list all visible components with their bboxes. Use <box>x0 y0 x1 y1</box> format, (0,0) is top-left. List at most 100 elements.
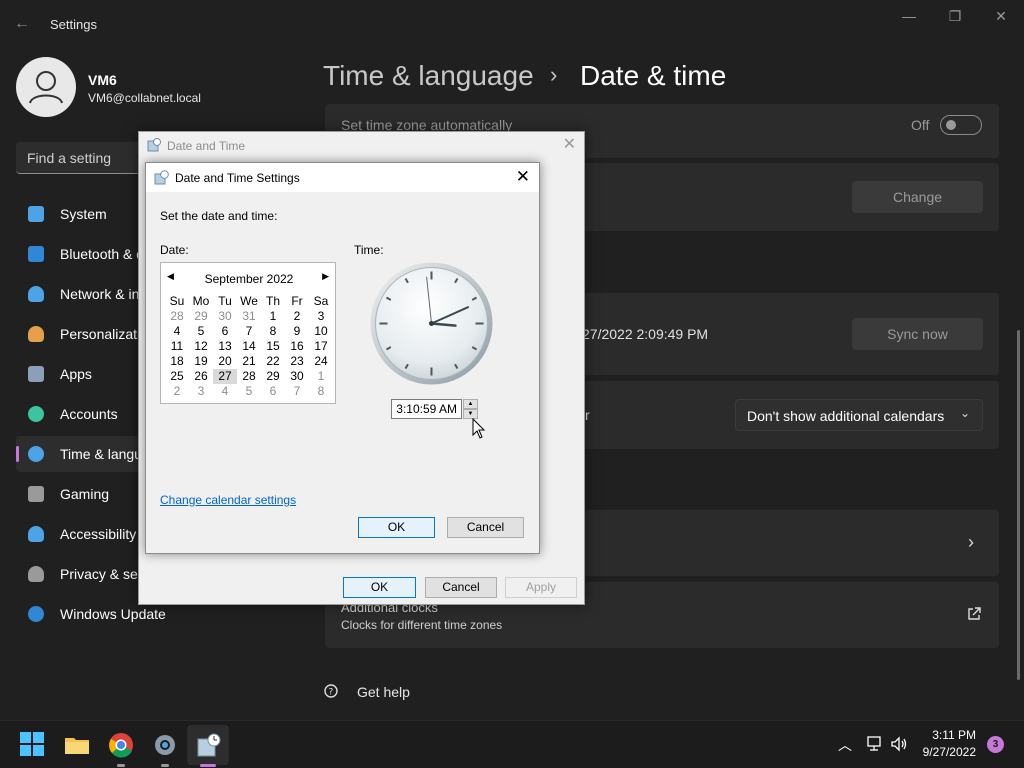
additional-clocks-subtitle: Clocks for different time zones <box>341 618 503 632</box>
close-button[interactable]: ✕ <box>989 6 1013 26</box>
calendar-day[interactable]: 1 <box>309 369 333 384</box>
tz-auto-toggle[interactable] <box>940 115 982 135</box>
calendar-day[interactable]: 28 <box>237 369 261 384</box>
next-month-icon[interactable]: ▶ <box>322 271 329 282</box>
calendar-day[interactable]: 8 <box>309 384 333 399</box>
ok-button[interactable]: OK <box>343 577 416 598</box>
sidebar-item-label: Accessibility <box>60 526 137 542</box>
settings-gear-icon[interactable] <box>151 731 179 759</box>
ok-button[interactable]: OK <box>358 517 435 538</box>
calendar-day[interactable]: 15 <box>261 339 285 354</box>
close-icon[interactable]: ✕ <box>516 167 530 187</box>
breadcrumb-parent[interactable]: Time & language <box>323 60 534 92</box>
calendar-day[interactable]: 27 <box>213 369 237 384</box>
calendar-day[interactable]: 6 <box>261 384 285 399</box>
calendar-day[interactable]: 2 <box>165 384 189 399</box>
calendar-day[interactable]: 30 <box>285 369 309 384</box>
page-title: Date & time <box>580 60 727 91</box>
calendar-day[interactable]: 19 <box>189 354 213 369</box>
running-indicator <box>117 764 125 767</box>
change-button[interactable]: Change <box>852 181 983 213</box>
time-label: Time: <box>354 243 384 257</box>
date-time-settings-dialog: Date and Time Settings ✕ Set the date an… <box>145 162 540 554</box>
sidebar-item-label: System <box>60 206 107 222</box>
calendar-day[interactable]: 30 <box>213 309 237 324</box>
file-explorer-icon[interactable] <box>63 731 91 759</box>
calendar-grid: Su Mo Tu We Th Fr Sa 28 29 30 31 1 2 3 4 5 6 7 8 9 10 11 12 13… <box>165 293 333 399</box>
calendar-day[interactable]: 20 <box>213 354 237 369</box>
spin-up-icon[interactable]: ▲ <box>463 399 478 409</box>
calendar-day[interactable]: 10 <box>309 324 333 339</box>
calendar-day[interactable]: 17 <box>309 339 333 354</box>
user-icon <box>29 71 63 104</box>
close-icon[interactable]: ✕ <box>563 134 576 154</box>
scrollbar[interactable] <box>1017 330 1020 680</box>
date-label: Date: <box>160 243 189 257</box>
calendar-month[interactable]: September 2022 <box>161 272 337 286</box>
time-input[interactable]: 3:10:59 AM <box>391 399 462 419</box>
calendar-day[interactable]: 3 <box>189 384 213 399</box>
calendar-day[interactable]: 26 <box>189 369 213 384</box>
calendar-day[interactable]: 4 <box>165 324 189 339</box>
date-time-app-icon <box>147 138 161 152</box>
back-arrow-icon[interactable]: ← <box>14 14 34 34</box>
notification-badge[interactable]: 3 <box>987 736 1004 753</box>
calendar-day[interactable]: 22 <box>261 354 285 369</box>
calendar-day[interactable]: 25 <box>165 369 189 384</box>
taskbar-time[interactable]: 3:11 PM <box>932 728 976 742</box>
calendar-day[interactable]: 9 <box>285 324 309 339</box>
cancel-button[interactable]: Cancel <box>447 517 524 538</box>
taskbar-date[interactable]: 9/27/2022 <box>923 745 976 759</box>
calendar-day[interactable]: 4 <box>213 384 237 399</box>
calendar-day[interactable]: 7 <box>285 384 309 399</box>
calendar-day[interactable]: 23 <box>285 354 309 369</box>
calendar-day[interactable]: 21 <box>237 354 261 369</box>
apply-button[interactable]: Apply <box>505 577 577 598</box>
calendar-day[interactable]: 13 <box>213 339 237 354</box>
calendar-day[interactable]: 29 <box>189 309 213 324</box>
chrome-icon[interactable] <box>107 731 135 759</box>
day-header: Su <box>169 294 185 308</box>
active-indicator <box>16 446 19 462</box>
calendar-day[interactable]: 24 <box>309 354 333 369</box>
calendar-day[interactable]: 28 <box>165 309 189 324</box>
time-spinner[interactable]: ▲ ▼ <box>463 399 478 419</box>
show-hidden-icons-icon[interactable]: ︿ <box>838 735 852 755</box>
dialog-titlebar: Date and Time Settings ✕ <box>146 163 539 192</box>
calendar-day[interactable]: 5 <box>237 384 261 399</box>
calendar-day[interactable]: 5 <box>189 324 213 339</box>
start-icon[interactable] <box>19 731 47 759</box>
calendar-day[interactable]: 11 <box>165 339 189 354</box>
sidebar-item-label: Apps <box>60 366 92 382</box>
network-icon[interactable] <box>865 736 883 752</box>
calendar-day[interactable]: 3 <box>309 309 333 324</box>
calendar-label-fragment: r <box>585 407 590 423</box>
calendar-day[interactable]: 7 <box>237 324 261 339</box>
dialog-title: Date and Time Settings <box>175 171 300 185</box>
sync-now-button[interactable]: Sync now <box>852 318 983 350</box>
calendar-day[interactable]: 29 <box>261 369 285 384</box>
taskbar: ︿ <box>0 720 1024 768</box>
calendar-day[interactable]: 14 <box>237 339 261 354</box>
get-help-link[interactable]: Get help <box>357 684 410 700</box>
sidebar-item-label: Windows Update <box>60 606 166 622</box>
day-header: We <box>240 294 258 308</box>
minimize-button[interactable]: — <box>897 6 921 26</box>
wifi-icon <box>28 286 44 302</box>
calendar-day[interactable]: 31 <box>237 309 261 324</box>
calendar-day[interactable]: 2 <box>285 309 309 324</box>
breadcrumb-separator: › <box>550 62 558 87</box>
calendars-dropdown[interactable]: Don't show additional calendars ⌄ <box>735 399 983 431</box>
volume-icon[interactable] <box>890 736 908 752</box>
calendar-day[interactable]: 1 <box>261 309 285 324</box>
cancel-button[interactable]: Cancel <box>425 577 497 598</box>
calendar-day[interactable]: 8 <box>261 324 285 339</box>
calendar-day[interactable]: 12 <box>189 339 213 354</box>
calendar-day[interactable]: 16 <box>285 339 309 354</box>
change-calendar-settings-link[interactable]: Change calendar settings <box>160 493 296 507</box>
calendar-day[interactable]: 6 <box>213 324 237 339</box>
maximize-button[interactable]: ❐ <box>943 6 967 26</box>
calendar-day[interactable]: 18 <box>165 354 189 369</box>
calendars-dropdown-value: Don't show additional calendars <box>747 408 945 424</box>
date-time-app-icon[interactable] <box>195 731 223 759</box>
